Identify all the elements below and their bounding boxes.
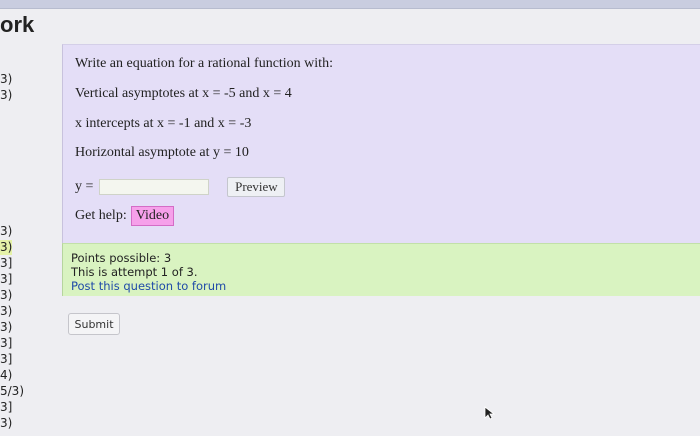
post-to-forum-link[interactable]: Post this question to forum (71, 279, 226, 293)
score-item[interactable]: 3) (0, 304, 12, 319)
points-possible: Points possible: 3 (71, 251, 172, 265)
answer-label: y = (75, 179, 94, 194)
page-heading: ork (0, 12, 35, 37)
vertical-asymptotes-text: Vertical asymptotes at x = -5 and x = 4 (75, 86, 292, 101)
answer-input[interactable] (99, 179, 210, 195)
answer-row: y = Preview (75, 177, 286, 197)
video-help-button[interactable]: Video (130, 206, 175, 226)
submit-button[interactable]: Submit (68, 313, 120, 335)
x-intercepts-text: x intercepts at x = -1 and x = -3 (75, 116, 252, 131)
get-help-label: Get help: (75, 208, 127, 223)
question-panel: Write an equation for a rational functio… (62, 44, 700, 243)
score-item[interactable]: 3) (0, 224, 12, 239)
score-item[interactable]: 3) (0, 416, 12, 431)
score-item[interactable]: 3) (0, 240, 13, 255)
score-item[interactable]: 3) (0, 72, 12, 87)
preview-button[interactable]: Preview (227, 177, 286, 197)
score-item[interactable]: 3] (0, 256, 12, 271)
mouse-cursor-icon (484, 406, 496, 420)
attempt-count: This is attempt 1 of 3. (71, 265, 198, 279)
score-item[interactable]: 3] (0, 336, 12, 351)
top-bar (0, 0, 700, 9)
score-item[interactable]: 3) (0, 320, 12, 335)
score-item[interactable]: 3] (0, 272, 12, 287)
score-item[interactable]: 3) (0, 88, 12, 103)
score-item[interactable]: 3] (0, 400, 12, 415)
horizontal-asymptote-text: Horizontal asymptote at y = 10 (75, 145, 249, 160)
score-item[interactable]: 3) (0, 288, 12, 303)
question-prompt: Write an equation for a rational functio… (75, 56, 333, 71)
info-panel: Points possible: 3 This is attempt 1 of … (62, 243, 700, 296)
score-item[interactable]: 4) (0, 368, 12, 383)
score-list: 3) 3) 3) 3) 3] 3] 3) 3) 3) 3] 3] 4) 5/3)… (0, 72, 44, 436)
score-item[interactable]: 3] (0, 352, 12, 367)
score-item[interactable]: 5/3) (0, 384, 24, 399)
help-row: Get help: Video (75, 206, 175, 226)
